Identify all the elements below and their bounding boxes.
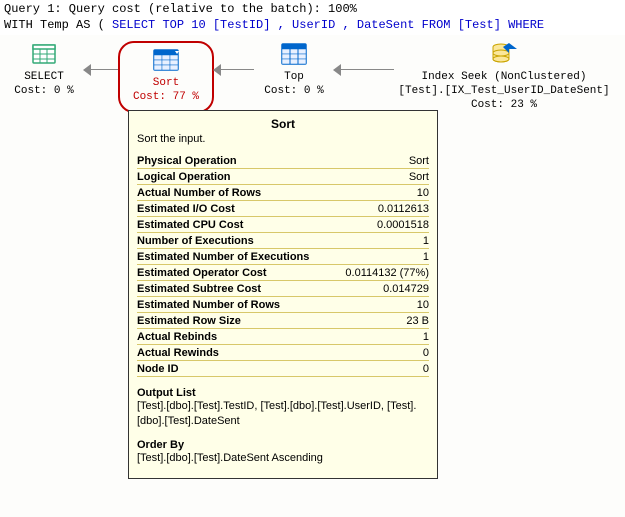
order-by-header: Order By: [137, 439, 429, 451]
op-top-cost: Cost: 0 %: [254, 85, 334, 99]
op-select-name: SELECT: [4, 71, 84, 85]
tooltip-row-key: Physical Operation: [137, 153, 334, 169]
tooltip-desc: Sort the input.: [137, 133, 429, 145]
tooltip-order-by: Order By [Test].[dbo].[Test].DateSent As…: [137, 439, 429, 466]
tooltip-row-key: Number of Executions: [137, 233, 334, 249]
query-cost-line: Query 1: Query cost (relative to the bat…: [4, 2, 621, 18]
tooltip-row-key: Estimated Row Size: [137, 313, 334, 329]
tooltip-properties: Physical OperationSortLogical OperationS…: [137, 153, 429, 377]
op-select[interactable]: SELECT Cost: 0 %: [4, 41, 84, 99]
tooltip-row-value: 23 B: [334, 313, 429, 329]
index-seek-icon: [489, 41, 519, 69]
tooltip-row-key: Estimated CPU Cost: [137, 217, 334, 233]
tooltip-row-key: Estimated Subtree Cost: [137, 281, 334, 297]
tooltip-row-value: 0.0112613: [334, 201, 429, 217]
op-sort[interactable]: Sort Cost: 77 %: [118, 41, 214, 113]
tooltip-row-key: Actual Rewinds: [137, 345, 334, 361]
op-seek-detail: [Test].[IX_Test_UserID_DateSent]: [394, 85, 614, 99]
tooltip-row: Estimated Row Size23 B: [137, 313, 429, 329]
tooltip-row-key: Node ID: [137, 361, 334, 377]
tooltip-row: Estimated Number of Executions1: [137, 249, 429, 265]
tooltip-row: Estimated I/O Cost0.0112613: [137, 201, 429, 217]
tooltip-row: Actual Number of Rows10: [137, 185, 429, 201]
sql-prefix: WITH Temp AS (: [4, 18, 112, 32]
sort-icon: [151, 47, 181, 75]
tooltip-output-list: Output List [Test].[dbo].[Test].TestID, …: [137, 387, 429, 429]
tooltip-row-value: 0.014729: [334, 281, 429, 297]
tooltip-row-value: 10: [334, 297, 429, 313]
tooltip-row: Logical OperationSort: [137, 169, 429, 185]
tooltip-row: Number of Executions1: [137, 233, 429, 249]
tooltip-row: Physical OperationSort: [137, 153, 429, 169]
output-list-value: [Test].[dbo].[Test].TestID, [Test].[dbo]…: [137, 399, 429, 429]
tooltip-row: Estimated CPU Cost0.0001518: [137, 217, 429, 233]
top-icon: [279, 41, 309, 69]
op-sort-cost: Cost: 77 %: [128, 91, 204, 105]
op-select-cost: Cost: 0 %: [4, 85, 84, 99]
order-by-value: [Test].[dbo].[Test].DateSent Ascending: [137, 451, 429, 466]
tooltip-row-value: 1: [334, 233, 429, 249]
arrow-icon: [214, 58, 254, 82]
output-list-header: Output List: [137, 387, 429, 399]
tooltip-row-value: 0.0001518: [334, 217, 429, 233]
tooltip-row-key: Estimated Number of Executions: [137, 249, 334, 265]
tooltip-row-key: Logical Operation: [137, 169, 334, 185]
arrow-icon: [334, 58, 394, 82]
tooltip-row-value: 0.0114132 (77%): [334, 265, 429, 281]
tooltip-row-value: 10: [334, 185, 429, 201]
tooltip-row: Actual Rewinds0: [137, 345, 429, 361]
tooltip-row-value: Sort: [334, 169, 429, 185]
tooltip-row-key: Estimated Number of Rows: [137, 297, 334, 313]
tooltip-row: Estimated Operator Cost0.0114132 (77%): [137, 265, 429, 281]
tooltip-row: Estimated Subtree Cost0.014729: [137, 281, 429, 297]
operator-tooltip: Sort Sort the input. Physical OperationS…: [128, 110, 438, 479]
tooltip-row: Node ID0: [137, 361, 429, 377]
op-index-seek[interactable]: Index Seek (NonClustered) [Test].[IX_Tes…: [394, 41, 614, 112]
tooltip-row-key: Estimated Operator Cost: [137, 265, 334, 281]
tooltip-row-value: Sort: [334, 153, 429, 169]
op-sort-name: Sort: [128, 77, 204, 91]
op-top[interactable]: Top Cost: 0 %: [254, 41, 334, 99]
tooltip-row-value: 1: [334, 329, 429, 345]
arrow-icon: [84, 58, 118, 82]
tooltip-row: Estimated Number of Rows10: [137, 297, 429, 313]
tooltip-row-key: Estimated I/O Cost: [137, 201, 334, 217]
query-sql-line: WITH Temp AS ( SELECT TOP 10 [TestID] , …: [4, 18, 621, 34]
execution-plan[interactable]: SELECT Cost: 0 % Sort Cost: 77 %: [0, 35, 625, 121]
tooltip-row: Actual Rebinds1: [137, 329, 429, 345]
tooltip-row-value: 0: [334, 361, 429, 377]
tooltip-row-key: Actual Rebinds: [137, 329, 334, 345]
query-header: Query 1: Query cost (relative to the bat…: [0, 0, 625, 35]
op-top-name: Top: [254, 71, 334, 85]
sql-statement: SELECT TOP 10 [TestID] , UserID , DateSe…: [112, 18, 544, 32]
tooltip-row-value: 0: [334, 345, 429, 361]
op-seek-name: Index Seek (NonClustered): [394, 71, 614, 85]
tooltip-title: Sort: [137, 117, 429, 131]
tooltip-row-value: 1: [334, 249, 429, 265]
select-icon: [29, 41, 59, 69]
tooltip-row-key: Actual Number of Rows: [137, 185, 334, 201]
